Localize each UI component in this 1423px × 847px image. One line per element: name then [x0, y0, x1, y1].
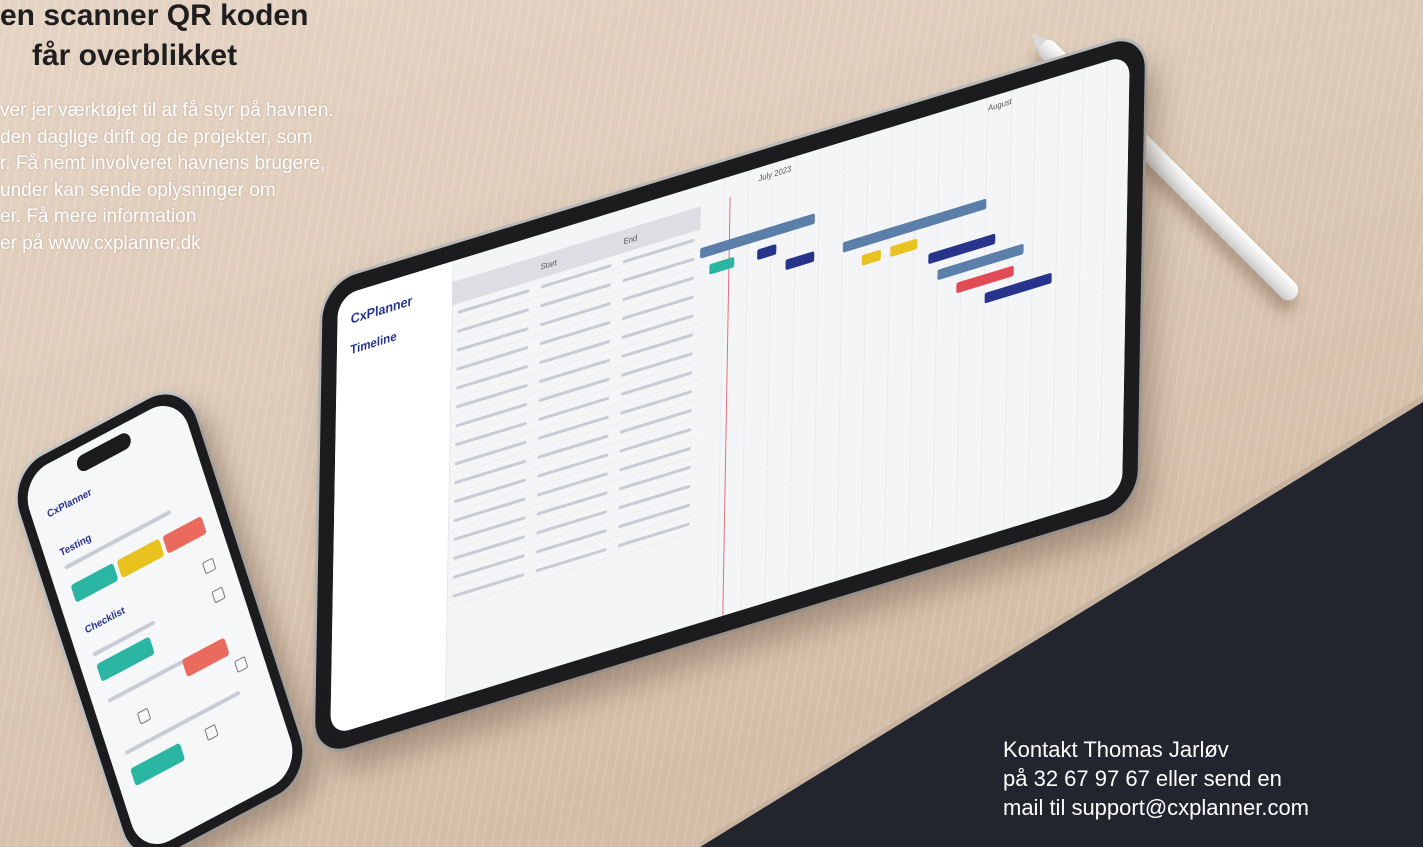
- product-scene: CxPlanner Timeline Start End July 2023 A…: [0, 0, 1423, 847]
- body-line: r. Få nemt involveret havnens brugere,: [0, 153, 326, 174]
- body-line: den daglige drift og de projekter, som: [0, 126, 313, 148]
- checkbox-icon[interactable]: [204, 723, 219, 742]
- phone-notch: [74, 430, 133, 474]
- phone-app-logo: CxPlanner: [46, 486, 94, 521]
- headline-line: en scanner QR koden: [0, 0, 309, 32]
- body-line: er på www.cxplanner.dk: [0, 232, 201, 254]
- headline: en scanner QR koden får overblikket: [0, 0, 308, 76]
- gantt-bar[interactable]: [861, 249, 881, 266]
- body-paragraph: ver jer værktøjet til at få styr på havn…: [0, 98, 500, 257]
- contact-line: på 32 67 97 67 eller send en: [1003, 766, 1282, 791]
- status-button-yellow[interactable]: [116, 538, 165, 579]
- checkbox-icon[interactable]: [201, 557, 217, 575]
- tablet-page-title: Timeline: [350, 328, 397, 358]
- gantt-bar[interactable]: [709, 256, 735, 275]
- status-button-green[interactable]: [70, 562, 119, 603]
- checkbox-icon[interactable]: [211, 586, 226, 604]
- checkbox-icon[interactable]: [136, 707, 152, 725]
- gantt-bar[interactable]: [890, 238, 918, 258]
- tablet-app-logo: CxPlanner: [350, 292, 413, 327]
- timeline-table: Start End: [445, 206, 701, 700]
- status-button-red[interactable]: [162, 515, 207, 554]
- phone-heading-checklist: Checklist: [83, 605, 127, 637]
- body-line: under kan sende oplysninger om: [0, 179, 276, 201]
- contact-line: mail til support@cxplanner.com: [1003, 795, 1310, 820]
- gantt-bar[interactable]: [785, 251, 815, 271]
- checkbox-icon[interactable]: [234, 655, 249, 674]
- checklist-status-red[interactable]: [181, 637, 230, 678]
- gantt-month-label: August: [987, 96, 1012, 114]
- checklist-status-green[interactable]: [96, 636, 155, 682]
- contact-info: Kontakt Thomas Jarløv på 32 67 97 67 ell…: [1003, 735, 1309, 822]
- headline-line: får overblikket: [32, 39, 238, 72]
- tablet-sidebar: CxPlanner Timeline: [330, 260, 454, 736]
- gantt-bar[interactable]: [757, 243, 777, 261]
- checklist-status-green[interactable]: [130, 742, 186, 787]
- body-line: er. Få mere information: [0, 206, 197, 227]
- gantt-month-label: July 2023: [758, 163, 792, 184]
- body-line: ver jer værktøjet til at få styr på havn…: [0, 100, 334, 121]
- contact-line: Kontakt Thomas Jarløv: [1003, 737, 1229, 762]
